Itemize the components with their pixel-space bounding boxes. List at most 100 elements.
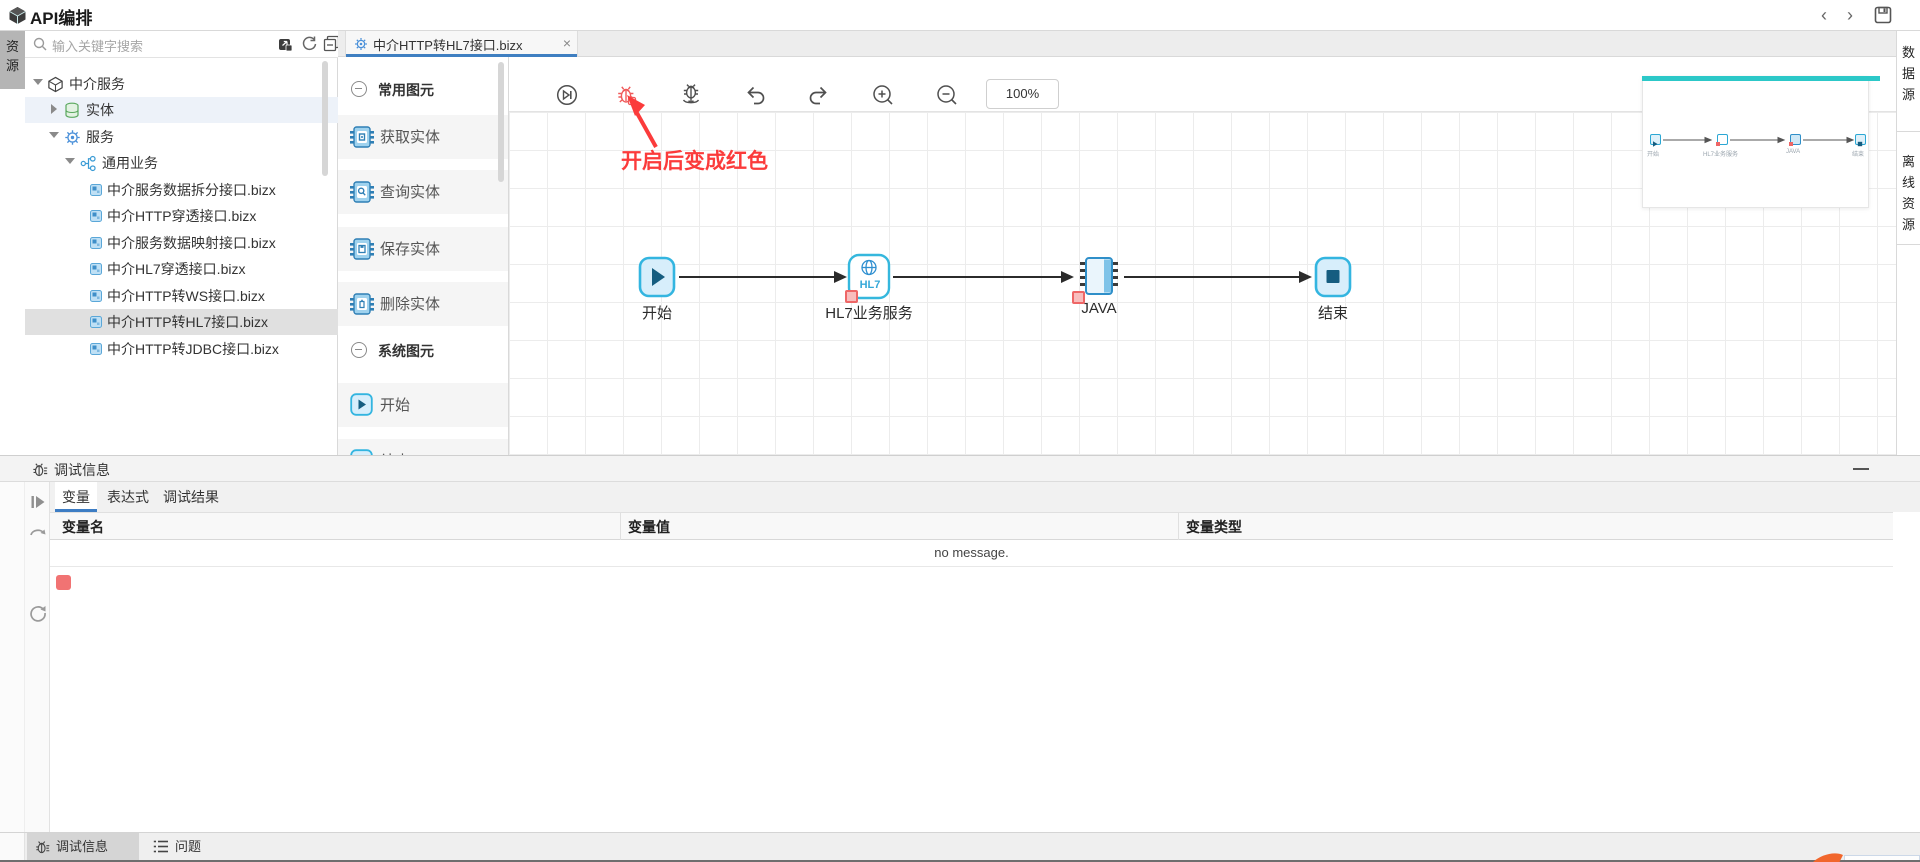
node-start[interactable]: [638, 256, 676, 303]
column-header-variable-name: 变量名: [62, 517, 104, 537]
file-label[interactable]: 中介HTTP转WS接口.bizx: [107, 283, 265, 309]
tree-node-root[interactable]: 中介服务: [25, 71, 338, 97]
palette-panel: 常用图元 获取实体 查询实体: [338, 57, 508, 455]
file-label[interactable]: 中介HTTP转JDBC接口.bizx: [107, 336, 279, 362]
node-label: 结束: [1273, 302, 1393, 323]
tree-file-item-selected[interactable]: 中介HTTP转HL7接口.bizx: [25, 309, 338, 335]
tree-label[interactable]: 服务: [86, 124, 114, 150]
tree-file-item[interactable]: 中介HL7穿透接口.bizx: [25, 256, 338, 282]
tree-label[interactable]: 通用业务: [102, 150, 158, 176]
right-rail: 数据源 离线资源: [1896, 31, 1920, 455]
debug-tab-variables[interactable]: 变量: [55, 482, 97, 512]
file-label[interactable]: 中介服务数据映射接口.bizx: [107, 230, 276, 256]
tree-scrollbar[interactable]: [322, 61, 328, 176]
left-rail: 资源: [0, 31, 26, 455]
caret-right-icon[interactable]: [51, 104, 57, 114]
debug-left-spacer: [0, 482, 25, 833]
rail-tab-label: 数据源: [1897, 42, 1920, 105]
palette-section-system[interactable]: 系统图元: [338, 339, 508, 363]
debug-tab-results[interactable]: 调试结果: [158, 482, 224, 512]
undo-icon[interactable]: [743, 83, 767, 107]
minimap-accent-bar: [1642, 76, 1880, 81]
caret-down-icon[interactable]: [33, 79, 43, 85]
palette-item-label: 删除实体: [380, 293, 440, 314]
tree-label[interactable]: 实体: [86, 97, 114, 123]
debug-enabled-icon[interactable]: [615, 83, 639, 107]
collapse-section-icon[interactable]: [351, 342, 367, 358]
zoom-out-icon[interactable]: [935, 83, 959, 107]
run-icon[interactable]: [555, 83, 579, 107]
minimap-label: 结束: [1852, 149, 1864, 158]
tree-file-item[interactable]: 中介服务数据映射接口.bizx: [25, 230, 338, 256]
nav-forward-icon[interactable]: ›: [1840, 5, 1860, 26]
palette-item-start[interactable]: 开始: [338, 383, 508, 427]
editor-tab-active[interactable]: 中介HTTP转HL7接口.bizx ×: [345, 31, 578, 57]
tree-label[interactable]: 中介服务: [69, 71, 125, 97]
debug-step-icon[interactable]: [679, 83, 703, 107]
debug-tab-expressions[interactable]: 表达式: [102, 482, 154, 512]
zoom-level-button[interactable]: 100%: [986, 79, 1059, 109]
stop-icon[interactable]: [56, 575, 71, 590]
bottom-tab-problems[interactable]: 问题: [146, 833, 232, 860]
minimap[interactable]: 开始 HL7业务服务 JAVA 结束: [1642, 76, 1869, 208]
tree-file-item[interactable]: 中介服务数据拆分接口.bizx: [25, 177, 338, 203]
palette-scrollbar[interactable]: [498, 62, 504, 182]
caret-down-icon[interactable]: [49, 132, 59, 138]
zoom-in-icon[interactable]: [871, 83, 895, 107]
tree-node-service[interactable]: 服务: [25, 124, 338, 150]
collapse-section-icon[interactable]: [351, 81, 367, 97]
file-label[interactable]: 中介HTTP穿透接口.bizx: [107, 203, 256, 229]
node-label: 开始: [597, 302, 717, 323]
palette-item-save-entity[interactable]: 保存实体: [338, 227, 508, 271]
column-separator[interactable]: [620, 513, 621, 541]
column-separator[interactable]: [1178, 513, 1179, 541]
redo-icon[interactable]: [807, 83, 831, 107]
breakpoint-badge[interactable]: [1072, 291, 1085, 304]
bizx-file-icon: [90, 237, 102, 249]
save-icon[interactable]: [1874, 6, 1892, 24]
minimize-icon[interactable]: [1853, 468, 1869, 470]
file-label[interactable]: 中介服务数据拆分接口.bizx: [107, 177, 276, 203]
editor-tab-bar: 中介HTTP转HL7接口.bizx ×: [338, 31, 1896, 57]
bottom-tab-debug-info[interactable]: 调试信息: [27, 833, 139, 860]
file-label[interactable]: 中介HTTP转HL7接口.bizx: [107, 309, 268, 335]
node-java[interactable]: [1076, 255, 1122, 304]
palette-item-label: 开始: [380, 394, 410, 415]
palette-section-common[interactable]: 常用图元: [338, 78, 508, 102]
tree-file-item[interactable]: 中介HTTP穿透接口.bizx: [25, 203, 338, 229]
step-run-icon[interactable]: [30, 494, 46, 510]
rail-tab-label: 离线资源: [1897, 151, 1920, 235]
rail-tab-datasource[interactable]: 数据源: [1897, 31, 1920, 132]
palette-item-query-entity[interactable]: 查询实体: [338, 170, 508, 214]
breakpoint-badge[interactable]: [845, 290, 858, 303]
step-over-icon[interactable]: [29, 524, 47, 540]
bizx-file-icon: [90, 343, 102, 355]
node-end[interactable]: [1314, 256, 1352, 303]
refresh-debug-icon[interactable]: [29, 604, 47, 622]
file-label[interactable]: 中介HL7穿透接口.bizx: [107, 256, 245, 282]
bizx-file-icon: [90, 184, 102, 196]
palette-item-get-entity[interactable]: 获取实体: [338, 115, 508, 159]
rail-tab-offline-resource[interactable]: 离线资源: [1897, 133, 1920, 245]
gear-icon: [64, 129, 81, 146]
locate-file-icon[interactable]: [278, 37, 293, 52]
palette-item-end-partial[interactable]: 结束: [338, 439, 508, 455]
palette-item-delete-entity[interactable]: 删除实体: [338, 282, 508, 326]
tab-label[interactable]: 中介HTTP转HL7接口.bizx: [373, 35, 523, 54]
tree-file-item[interactable]: 中介HTTP转WS接口.bizx: [25, 283, 338, 309]
search-input[interactable]: 输入关键字搜索: [52, 36, 143, 55]
rail-tab-resources[interactable]: 资源: [0, 31, 25, 89]
tree-file-item[interactable]: 中介HTTP转JDBC接口.bizx: [25, 336, 338, 362]
debug-info-icon: [31, 460, 49, 478]
search-bar[interactable]: 输入关键字搜索: [25, 31, 338, 58]
refresh-tree-icon[interactable]: [301, 35, 318, 52]
close-icon[interactable]: ×: [563, 35, 571, 51]
annotation-text: 开启后变成红色: [621, 145, 768, 175]
nav-back-icon[interactable]: ‹: [1814, 5, 1834, 26]
tree-node-entity[interactable]: 实体: [25, 97, 338, 123]
tree-node-group[interactable]: 通用业务: [25, 150, 338, 176]
caret-down-icon[interactable]: [65, 158, 75, 164]
flow-canvas[interactable]: 100% 开启后变成红色 开始: [508, 57, 1896, 455]
minimap-label: JAVA: [1786, 149, 1800, 155]
node-hl7-service[interactable]: HL7: [847, 253, 891, 305]
